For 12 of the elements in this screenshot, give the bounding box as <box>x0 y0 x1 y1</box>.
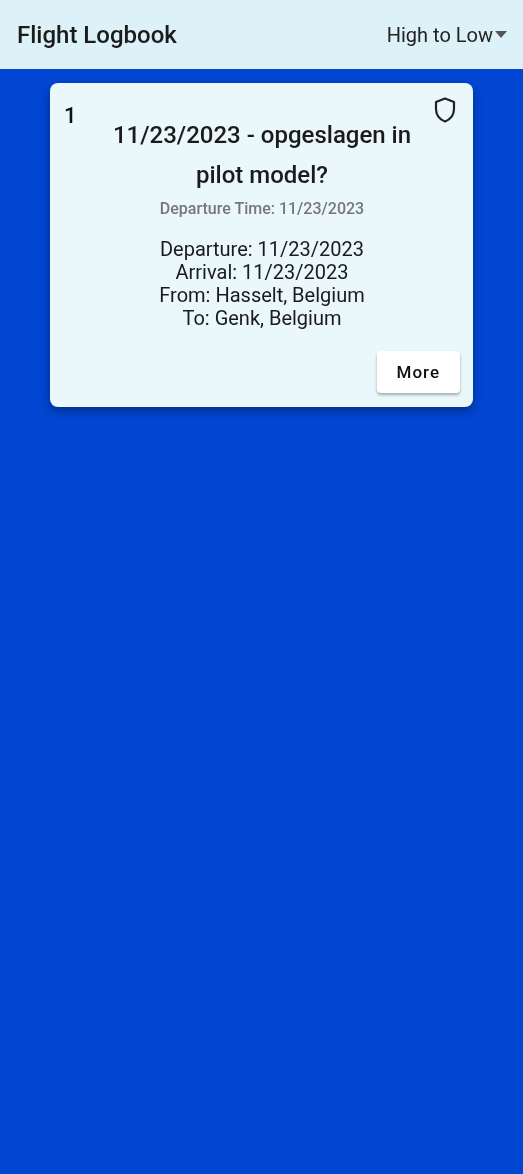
flight-detail: Departure: 11/23/2023 <box>158 238 366 261</box>
flight-detail: Arrival: 11/23/2023 <box>174 261 350 284</box>
flight-title: 11/23/2023 - opgeslagen in pilot model? <box>111 120 413 191</box>
sort-dropdown[interactable]: High to Low <box>386 22 507 47</box>
more-button[interactable]: More <box>376 351 460 393</box>
flight-detail: To: Genk, Belgium <box>181 307 343 330</box>
shield-icon <box>434 97 456 123</box>
caret-icon <box>495 31 507 38</box>
flight-number: 1 <box>64 103 77 129</box>
flight-detail: From: Hasselt, Belgium <box>158 284 366 307</box>
departure-time: Departure Time: 11/23/2023 <box>158 199 366 218</box>
app-title: Flight Logbook <box>17 20 177 49</box>
